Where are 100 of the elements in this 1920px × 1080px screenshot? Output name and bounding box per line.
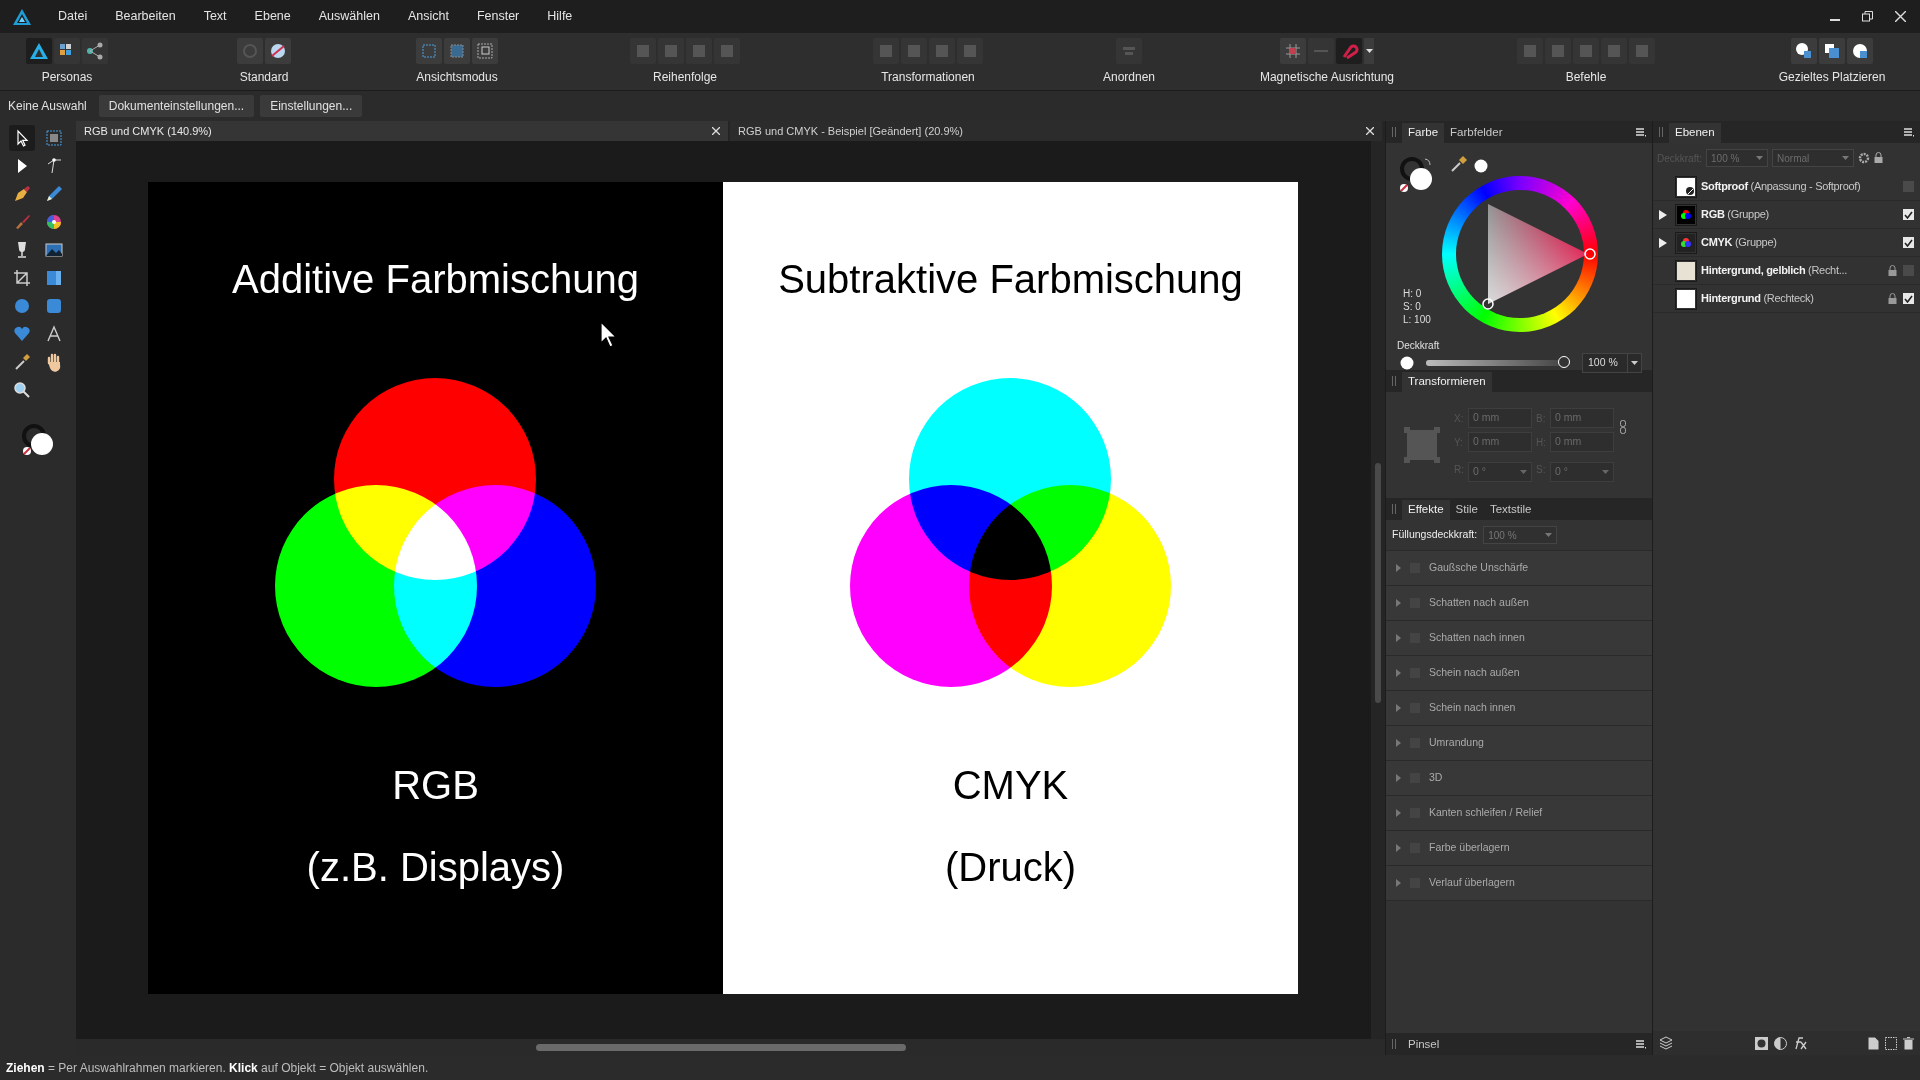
color-dot-icon: [1474, 159, 1488, 173]
drag-handle-icon: [1392, 504, 1396, 514]
pie-icon: [1850, 41, 1870, 61]
image-icon: [44, 240, 64, 260]
caret-icon: [1756, 156, 1763, 160]
checkmark-icon: [1904, 294, 1913, 303]
effect-label: Verlauf überlagern: [1429, 875, 1515, 891]
panel-menu-icon[interactable]: [1636, 1039, 1646, 1049]
artboard-caption: (Druck): [944, 844, 1077, 891]
transform-view-icon: [475, 41, 495, 61]
trash-icon[interactable]: [1903, 1036, 1914, 1050]
opacity-dot-icon: [1400, 356, 1414, 370]
circle-square-icon: [1794, 41, 1814, 61]
caret-icon: [1545, 533, 1553, 537]
artboard-title: Additive Farbmischung: [232, 256, 639, 303]
menu-item[interactable]: Ebene: [240, 7, 305, 26]
pixel-layer-icon[interactable]: [1885, 1036, 1897, 1050]
pencil-icon: [44, 184, 64, 204]
new-layer-icon[interactable]: [1868, 1036, 1879, 1050]
effect-label: Umrandung: [1429, 735, 1484, 751]
scroll-thumb[interactable]: [536, 1043, 906, 1051]
hsl-value: L: 100: [1403, 313, 1431, 326]
restore-icon[interactable]: [1862, 11, 1873, 22]
eyedropper-icon[interactable]: [1450, 155, 1468, 173]
eraser-icon: [268, 41, 288, 61]
close-icon[interactable]: [1366, 127, 1374, 135]
toolbar-button[interactable]: [1847, 38, 1873, 64]
toolbar-button[interactable]: [54, 38, 80, 64]
panel-tab[interactable]: Textstile: [1483, 500, 1538, 520]
toolbar-button[interactable]: [82, 38, 108, 64]
panel-tab[interactable]: Farbe: [1402, 123, 1445, 143]
close-icon[interactable]: [1895, 11, 1906, 22]
toolbar-button[interactable]: [1791, 38, 1817, 64]
status-message: Ziehen = Per Auswahlrahmen markieren. Klick auf Objekt = Objekt auswählen.: [6, 1059, 429, 1077]
toolbar-label: Ansichtsmodus: [416, 69, 498, 86]
fill-opacity-label: Füllungsdeckkraft:: [1392, 527, 1478, 543]
menu-item[interactable]: Bearbeiten: [101, 7, 190, 26]
selection-status: Keine Auswahl: [8, 98, 87, 115]
crop-icon: [12, 268, 32, 288]
document-tab[interactable]: RGB und CMYK (140.9%): [76, 121, 728, 141]
panel-menu-icon[interactable]: [1904, 127, 1914, 137]
opacity-field[interactable]: 100 %: [1582, 353, 1642, 373]
close-icon[interactable]: [712, 127, 720, 135]
document-tab[interactable]: RGB und CMYK - Beispiel [Geändert] (20.9%): [730, 121, 1382, 141]
layer-name: RGB (Gruppe): [1701, 207, 1770, 223]
link-icon: [1620, 420, 1626, 434]
drag-handle-icon: [1392, 1039, 1396, 1049]
layer-name: Softproof (Anpassung - Softproof): [1701, 179, 1862, 195]
share-nodes-icon: [85, 41, 105, 61]
menu-item[interactable]: Ansicht: [393, 7, 463, 26]
tool-button[interactable]: [9, 125, 35, 151]
adjustment-icon[interactable]: [1774, 1036, 1787, 1050]
panel-tab[interactable]: Farbfelder: [1444, 123, 1509, 143]
toolbar-label: Befehle: [1565, 69, 1607, 86]
panel-tab[interactable]: Pinsel: [1402, 1035, 1446, 1055]
effect-label: Kanten schleifen / Relief: [1429, 805, 1543, 821]
lock-icon[interactable]: [1874, 152, 1883, 164]
settings-button[interactable]: Einstellungen...: [260, 95, 363, 117]
layer-name: CMYK (Gruppe): [1701, 235, 1778, 251]
drag-handle-icon: [1392, 127, 1396, 137]
fx-icon[interactable]: [1793, 1036, 1807, 1050]
menu-item[interactable]: Hilfe: [533, 7, 587, 26]
toolbar-label: Magnetische Ausrichtung: [1259, 69, 1395, 86]
layer-name: Hintergrund (Rechteck): [1701, 291, 1815, 307]
panel-tab[interactable]: Transformieren: [1402, 372, 1492, 392]
anchor-grid-icon: [1404, 427, 1440, 463]
menu-item[interactable]: Datei: [44, 7, 102, 26]
toolbar-button[interactable]: [265, 38, 291, 64]
rounded-square-icon: [44, 296, 64, 316]
caret-icon: [1602, 470, 1609, 474]
layer-thumbnail: [1677, 233, 1695, 252]
pen-icon: [12, 184, 32, 204]
artboard-title: Subtraktive Farbmischung: [778, 256, 1243, 303]
checkmark-icon: [1904, 238, 1913, 247]
snap-grid-icon: [1283, 41, 1303, 61]
layer-thumbnail: [1677, 289, 1695, 308]
menu-item[interactable]: Auswählen: [304, 7, 394, 26]
panel-tab[interactable]: Stile: [1449, 500, 1484, 520]
menu-item[interactable]: Text: [189, 7, 241, 26]
layers-stack-icon[interactable]: [1659, 1036, 1673, 1050]
scroll-thumb[interactable]: [1375, 463, 1381, 703]
effect-label: Schein nach innen: [1429, 700, 1516, 716]
dropdown-button[interactable]: [1364, 38, 1374, 64]
artboard-label: RGB: [392, 762, 479, 809]
toolbar-button[interactable]: [26, 38, 52, 64]
settings-button[interactable]: Dokumenteinstellungen...: [98, 95, 255, 117]
panel-menu-icon[interactable]: [1636, 127, 1646, 137]
effect-label: Schein nach außen: [1429, 665, 1520, 681]
toolbar-label: Reihenfolge: [652, 69, 718, 86]
artboard-caption: (z.B. Displays): [306, 844, 565, 891]
menu-item[interactable]: Fenster: [462, 7, 534, 26]
toolbar-label: Transformationen: [881, 69, 975, 86]
mask-icon[interactable]: [1755, 1036, 1768, 1050]
caret-icon: [1842, 156, 1849, 160]
toolbar-button[interactable]: [1819, 38, 1845, 64]
toolbar-label: Anordnen: [1102, 69, 1155, 86]
text-icon: [44, 324, 64, 344]
panel-tab[interactable]: Effekte: [1402, 500, 1450, 520]
artboard-label: CMYK: [952, 762, 1069, 809]
color-swatch-icon[interactable]: [21, 423, 55, 457]
